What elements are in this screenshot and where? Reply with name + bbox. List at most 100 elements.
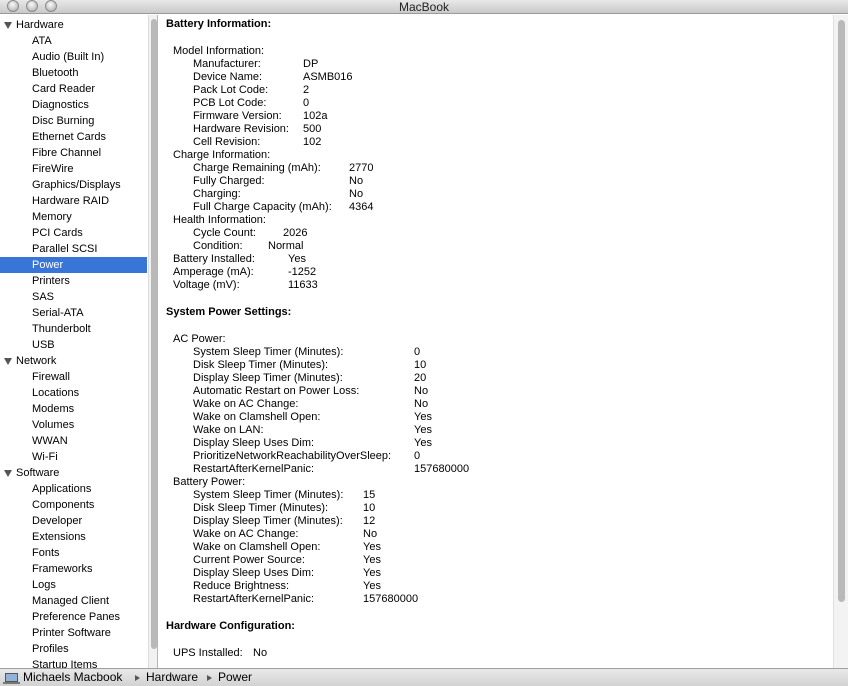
sidebar-item-serial-ata[interactable]: Serial-ATA — [0, 305, 147, 321]
charging-value: No — [349, 188, 364, 200]
setting-value: Yes — [414, 411, 432, 423]
sidebar-item-bluetooth[interactable]: Bluetooth — [0, 65, 147, 81]
path-computer[interactable]: Michaels Macbook — [23, 669, 122, 686]
sidebar-scrollbar[interactable] — [148, 15, 157, 668]
laptop-icon — [3, 673, 20, 684]
sidebar-item-startup-items[interactable]: Startup Items — [0, 657, 147, 668]
setting-label: Current Power Source: — [193, 554, 305, 566]
model-info-label: Model Information: — [173, 45, 265, 57]
sidebar-group-hardware[interactable]: Hardware — [0, 17, 147, 33]
sidebar-item-developer[interactable]: Developer — [0, 513, 147, 529]
sidebar-item-fonts[interactable]: Fonts — [0, 545, 147, 561]
sidebar-item-managed-client[interactable]: Managed Client — [0, 593, 147, 609]
sidebar-item-wi-fi[interactable]: Wi-Fi — [0, 449, 147, 465]
fully-charged-label: Fully Charged: — [193, 175, 265, 187]
full-charge-capacity-value: 4364 — [349, 201, 374, 213]
sidebar-item-ata[interactable]: ATA — [0, 33, 147, 49]
battery-installed-value: Yes — [288, 253, 306, 265]
sidebar-item-graphics-displays[interactable]: Graphics/Displays — [0, 177, 147, 193]
setting-value: 157680000 — [363, 593, 419, 605]
content-scroll-thumb[interactable] — [838, 20, 845, 602]
cell-revision-label: Cell Revision: — [193, 136, 261, 148]
pcb-lot-value: 0 — [303, 97, 310, 109]
sidebar-item-diagnostics[interactable]: Diagnostics — [0, 97, 147, 113]
path-section[interactable]: Hardware — [146, 669, 198, 686]
path-item[interactable]: Power — [218, 669, 252, 686]
sidebar-item-disc-burning[interactable]: Disc Burning — [0, 113, 147, 129]
sidebar-item-printers[interactable]: Printers — [0, 273, 147, 289]
device-name-value: ASMB016 — [303, 71, 353, 83]
voltage-value: 11633 — [288, 279, 318, 291]
sidebar-item-components[interactable]: Components — [0, 497, 147, 513]
fully-charged-value: No — [349, 175, 364, 187]
sidebar-item-locations[interactable]: Locations — [0, 385, 147, 401]
condition-label: Condition: — [193, 240, 243, 252]
sidebar-group-software[interactable]: Software — [0, 465, 147, 481]
setting-label: Wake on AC Change: — [193, 398, 299, 410]
sidebar-item-audio[interactable]: Audio (Built In) — [0, 49, 147, 65]
setting-value: Yes — [363, 567, 381, 579]
health-info-label: Health Information: — [173, 214, 266, 226]
setting-value: Yes — [363, 554, 381, 566]
setting-label: System Sleep Timer (Minutes): — [193, 489, 344, 501]
setting-label: PrioritizeNetworkReachabilityOverSleep: — [193, 450, 392, 462]
setting-label: Automatic Restart on Power Loss: — [193, 385, 360, 397]
hardware-revision-label: Hardware Revision: — [193, 123, 289, 135]
sidebar-item-firewall[interactable]: Firewall — [0, 369, 147, 385]
full-charge-capacity-label: Full Charge Capacity (mAh): — [193, 201, 332, 213]
sidebar-scroll-thumb[interactable] — [151, 19, 157, 649]
sidebar-item-power[interactable]: Power — [0, 257, 147, 273]
setting-label: Wake on LAN: — [193, 424, 264, 436]
setting-value: No — [363, 528, 378, 540]
charging-label: Charging: — [193, 188, 241, 200]
disclosure-triangle-icon[interactable] — [4, 470, 12, 477]
setting-value: Yes — [363, 580, 381, 592]
sidebar-item-memory[interactable]: Memory — [0, 209, 147, 225]
content-scrollbar[interactable] — [833, 15, 848, 668]
device-name-label: Device Name: — [193, 71, 263, 83]
sidebar-item-modems[interactable]: Modems — [0, 401, 147, 417]
power-settings-heading: System Power Settings: — [166, 306, 292, 318]
sidebar-item-usb[interactable]: USB — [0, 337, 147, 353]
firmware-value: 102a — [303, 110, 328, 122]
sidebar-item-ethernet-cards[interactable]: Ethernet Cards — [0, 129, 147, 145]
sidebar-item-preference-panes[interactable]: Preference Panes — [0, 609, 147, 625]
sidebar-item-frameworks[interactable]: Frameworks — [0, 561, 147, 577]
sidebar-item-parallel-scsi[interactable]: Parallel SCSI — [0, 241, 147, 257]
window-title: MacBook — [398, 0, 450, 14]
setting-label: Wake on Clamshell Open: — [193, 411, 321, 423]
sidebar-item-printer-software[interactable]: Printer Software — [0, 625, 147, 641]
sidebar-item-volumes[interactable]: Volumes — [0, 417, 147, 433]
setting-value: 10 — [414, 359, 427, 371]
sidebar-item-hardware-raid[interactable]: Hardware RAID — [0, 193, 147, 209]
sidebar-item-profiles[interactable]: Profiles — [0, 641, 147, 657]
detail-pane: Battery Information: Model Information: … — [159, 15, 848, 668]
sidebar-item-wwan[interactable]: WWAN — [0, 433, 147, 449]
sidebar-item-extensions[interactable]: Extensions — [0, 529, 147, 545]
setting-value: 15 — [363, 489, 376, 501]
charge-remaining-value: 2770 — [349, 162, 374, 174]
setting-value: 20 — [414, 372, 427, 384]
sidebar-item-firewire[interactable]: FireWire — [0, 161, 147, 177]
setting-value: Yes — [363, 541, 381, 553]
pack-lot-label: Pack Lot Code: — [193, 84, 269, 96]
hardware-revision-value: 500 — [303, 123, 322, 135]
path-bar: Michaels Macbook Hardware Power — [0, 668, 848, 686]
manufacturer-label: Manufacturer: — [193, 58, 261, 70]
sidebar-group-network[interactable]: Network — [0, 353, 147, 369]
sidebar-item-pci-cards[interactable]: PCI Cards — [0, 225, 147, 241]
sidebar-item-thunderbolt[interactable]: Thunderbolt — [0, 321, 147, 337]
disclosure-triangle-icon[interactable] — [4, 358, 12, 365]
title-bar: MacBook — [0, 0, 848, 14]
manufacturer-value: DP — [303, 58, 319, 70]
sidebar-item-sas[interactable]: SAS — [0, 289, 147, 305]
disclosure-triangle-icon[interactable] — [4, 22, 12, 29]
cycle-count-value: 2026 — [283, 227, 308, 239]
sidebar-item-fibre-channel[interactable]: Fibre Channel — [0, 145, 147, 161]
setting-label: Display Sleep Timer (Minutes): — [193, 372, 343, 384]
sidebar-item-applications[interactable]: Applications — [0, 481, 147, 497]
battery-info-heading: Battery Information: — [166, 18, 272, 30]
setting-value: Yes — [414, 437, 432, 449]
sidebar-item-logs[interactable]: Logs — [0, 577, 147, 593]
sidebar-item-card-reader[interactable]: Card Reader — [0, 81, 147, 97]
